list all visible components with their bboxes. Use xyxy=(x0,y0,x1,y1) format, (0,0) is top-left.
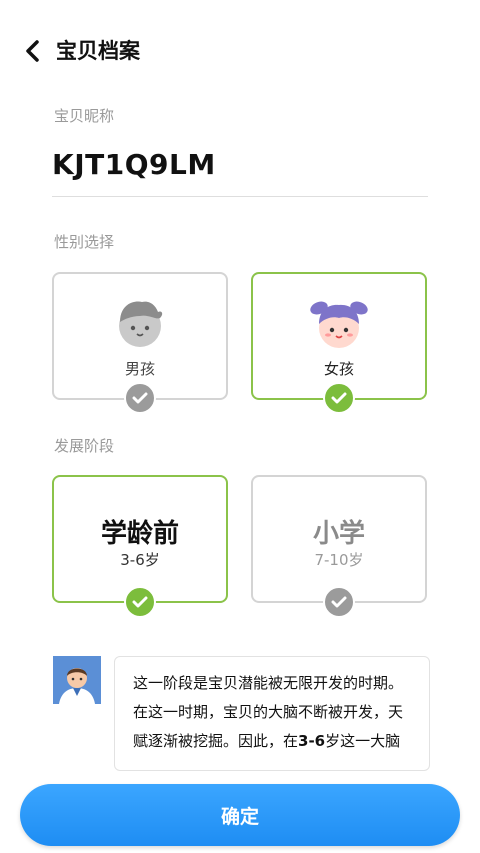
gender-option-label: 男孩 xyxy=(124,360,155,378)
header: 宝贝档案 xyxy=(0,0,480,104)
tip-line: 赋逐渐被挖掘。因此，在3-6岁这一大脑 xyxy=(133,732,401,750)
tip-bubble: 这一阶段是宝贝潜能被无限开发的时期。 在这一时期，宝贝的大脑不断被开发，天 赋逐… xyxy=(114,656,430,771)
tip-line: 这一阶段是宝贝潜能被无限开发的时期。 xyxy=(133,674,404,692)
nickname-input[interactable]: KJT1Q9LM xyxy=(52,148,216,181)
stage-option-preschool[interactable]: 学龄前 3-6岁 xyxy=(52,475,228,603)
stage-name: 学龄前 xyxy=(100,519,179,549)
confirm-button[interactable]: 确定 xyxy=(20,784,460,846)
gender-option-girl[interactable]: 女孩 xyxy=(251,272,427,400)
back-button[interactable] xyxy=(18,36,48,66)
stage-age-range: 7-10岁 xyxy=(314,551,364,569)
nickname-label: 宝贝昵称 xyxy=(54,107,115,125)
stage-label: 发展阶段 xyxy=(54,437,115,455)
confirm-area: 确定 xyxy=(20,784,460,846)
check-on-icon xyxy=(124,586,156,618)
nickname-underline xyxy=(52,196,428,197)
check-on-icon xyxy=(323,382,355,414)
girl-avatar-icon xyxy=(310,301,368,348)
check-off-icon xyxy=(124,382,156,414)
check-off-icon xyxy=(323,586,355,618)
chevron-left-icon xyxy=(26,40,39,62)
gender-label: 性别选择 xyxy=(54,233,115,251)
tip-line: 在这一时期，宝贝的大脑不断被开发，天 xyxy=(133,703,404,721)
stage-name: 小学 xyxy=(312,519,365,549)
page-title: 宝贝档案 xyxy=(56,39,140,63)
gender-option-boy[interactable]: 男孩 xyxy=(52,272,228,400)
gender-option-label: 女孩 xyxy=(323,360,354,378)
boy-avatar-icon xyxy=(119,301,163,347)
stage-option-primary[interactable]: 小学 7-10岁 xyxy=(251,475,427,603)
doctor-avatar-icon xyxy=(53,656,101,704)
stage-age-range: 3-6岁 xyxy=(120,551,160,569)
